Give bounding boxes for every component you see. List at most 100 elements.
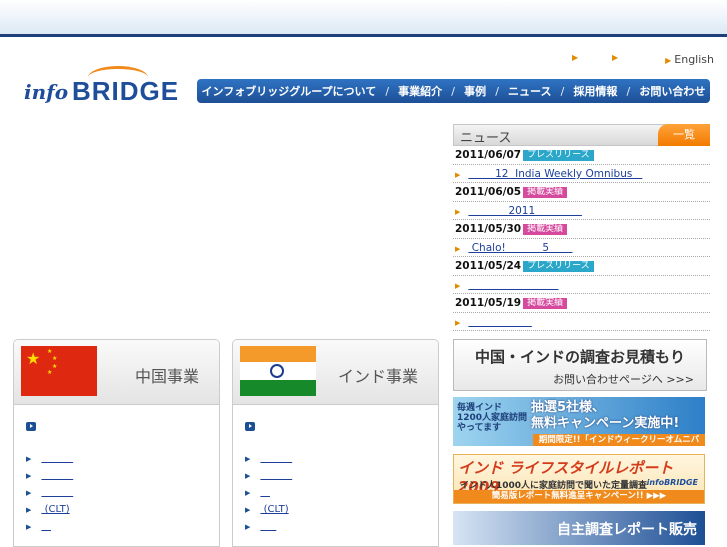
panel-link[interactable] (41, 453, 73, 464)
news-item: 2011/06/05 掲載実績 ▶ 2011 (453, 183, 710, 220)
india-business-panel: インド事業 ▶ ▶ ▶ ▶ (CLT) ▶ (232, 339, 439, 547)
panel-link[interactable] (260, 521, 276, 532)
news-date: 2011/06/07 (455, 149, 522, 161)
news-date: 2011/06/05 (455, 186, 522, 198)
report-sales-banner[interactable]: 自主調査レポート販売 (453, 511, 705, 545)
list-item: ▶ (245, 518, 430, 535)
news-meta: 2011/05/19 掲載実績 (453, 294, 710, 313)
news-box: ニュース 一覧 2011/06/07 プレスリリース ▶ 12 India Week… (453, 124, 710, 331)
news-link[interactable]: 2011 (468, 205, 582, 217)
star-icon: ★ (52, 355, 58, 362)
arrow-icon: ▶ (455, 208, 461, 216)
banner-headline: 抽選5社様、 無料キャンペーン実施中! (531, 400, 680, 431)
china-link-list: ▶ ▶ ▶ ▶ (CLT) ▶ (26, 450, 211, 535)
panel-link[interactable] (41, 487, 73, 498)
nav-separator: / (560, 84, 565, 98)
chakra-icon (270, 364, 284, 378)
nav-separator: / (626, 84, 631, 98)
arrow-icon: ▶ (245, 455, 251, 463)
arrow-icon: ▶ (665, 56, 672, 65)
india-link-list: ▶ ▶ ▶ ▶ (CLT) ▶ (245, 450, 430, 535)
panel-link[interactable] (260, 453, 292, 464)
banner-text: 毎週インド 1200人家庭訪問 やってます (457, 403, 528, 433)
news-meta: 2011/05/30 掲載実績 (453, 220, 710, 239)
arrow-icon: ▶ (612, 53, 619, 62)
lifestyle-report-banner[interactable]: インド ライフスタイルレポート2009 インド人1000人に家庭訪問で聞いた定量… (453, 454, 705, 504)
arrow-icon: ▶ (26, 489, 32, 497)
arrow-icon: ▶ (245, 506, 251, 514)
news-link[interactable]: 12 India Weekly Omnibus (468, 168, 642, 180)
china-business-panel: ★ ★ ★ ★ ★ 中国事業 ▶ ▶ ▶ ▶ (CLT) ▶ (13, 339, 220, 547)
nav-item-recruit[interactable]: 採用情報 (573, 83, 617, 99)
top-band (0, 0, 727, 37)
infobridge-logo[interactable]: info BRIDGE (24, 66, 184, 106)
news-tag: プレスリリース (523, 261, 594, 272)
panel-link[interactable] (41, 470, 73, 481)
news-item: 2011/05/30 掲載実績 ▶ Chalo! 5 (453, 220, 710, 257)
flag-stripe-green (240, 380, 316, 396)
list-item: ▶ (26, 484, 211, 501)
global-nav: インフォブリッジグループについて / 事業紹介 / 事例 / ニュース / 採用… (197, 79, 710, 103)
news-meta: 2011/06/05 掲載実績 (453, 183, 710, 202)
arrow-icon: ▶ (26, 472, 32, 480)
list-item: ▶ (245, 467, 430, 484)
news-all-button[interactable]: 一覧 (658, 124, 710, 146)
news-tag: 掲載実績 (523, 224, 568, 235)
news-link[interactable] (468, 279, 558, 291)
banner-footer: 期間限定!!「インドウィークリーオムニバス」 (533, 434, 705, 446)
news-item: 2011/06/07 プレスリリース ▶ 12 India Weekly Omnib… (453, 146, 710, 183)
india-flag-icon (240, 346, 316, 396)
news-header: ニュース 一覧 (453, 124, 710, 146)
arrow-icon: ▶ (572, 53, 579, 62)
news-link-row: ▶ 12 India Weekly Omnibus (453, 165, 710, 183)
panel-link[interactable]: (CLT) (260, 504, 289, 515)
list-item: ▶ (26, 450, 211, 467)
list-item: ▶ (CLT) (26, 501, 211, 518)
nav-item-cases[interactable]: 事例 (464, 83, 486, 99)
weekly-omnibus-banner[interactable]: 毎週インド 1200人家庭訪問 やってます 抽選5社様、 無料キャンペーン実施中… (453, 397, 705, 446)
news-tag: 掲載実績 (523, 298, 568, 309)
banner-logo: infoBRIDGE (646, 478, 698, 487)
estimate-banner[interactable]: 中国・インドの調査お見積もり お問い合わせページへ >>> (453, 339, 707, 391)
flag-stripe-saffron (240, 346, 316, 362)
panel-header[interactable]: インド事業 (233, 340, 438, 405)
panel-link[interactable] (41, 521, 51, 532)
news-link-row: ▶ 2011 (453, 202, 710, 220)
nav-item-news[interactable]: ニュース (508, 83, 551, 99)
arrow-icon: ▶ (245, 489, 251, 497)
star-icon: ★ (47, 369, 53, 376)
news-item: 2011/05/24 プレスリリース ▶ (453, 257, 710, 294)
arrow-icon: ▶ (26, 455, 32, 463)
nav-item-services[interactable]: 事業紹介 (398, 83, 442, 99)
list-item: ▶ (26, 518, 211, 535)
arrow-icon: ▶ (26, 523, 32, 531)
list-item: ▶ (26, 467, 211, 484)
news-date: 2011/05/19 (455, 297, 522, 309)
news-title: ニュース (460, 131, 512, 146)
panel-header[interactable]: ★ ★ ★ ★ ★ 中国事業 (14, 340, 219, 405)
news-link-row: ▶ Chalo! 5 (453, 239, 710, 257)
arrow-icon: ▶ (245, 472, 251, 480)
panel-link[interactable] (260, 470, 292, 481)
news-link[interactable] (468, 316, 531, 328)
logo-text-bridge: BRIDGE (72, 76, 180, 106)
arrow-icon: ▶ (245, 523, 251, 531)
list-item: ▶ (245, 484, 430, 501)
logo-text-info: info (24, 80, 69, 104)
panel-title: インド事業 (337, 367, 418, 386)
news-tag: 掲載実績 (523, 187, 568, 198)
english-link[interactable]: ▶ English (665, 53, 714, 66)
nav-item-about[interactable]: インフォブリッジグループについて (202, 83, 377, 99)
china-flag-icon: ★ ★ ★ ★ ★ (21, 346, 97, 396)
news-link[interactable]: Chalo! 5 (468, 242, 572, 254)
arrow-icon: ▶ (26, 506, 32, 514)
star-icon: ★ (47, 348, 53, 355)
panel-link[interactable] (260, 487, 270, 498)
news-item: 2011/05/19 掲載実績 ▶ (453, 294, 710, 331)
news-meta: 2011/05/24 プレスリリース (453, 257, 710, 276)
arrow-icon: ▶ (455, 282, 461, 290)
nav-separator: / (385, 84, 390, 98)
nav-item-contact[interactable]: お問い合わせ (639, 83, 705, 99)
panel-link[interactable]: (CLT) (41, 504, 70, 515)
news-link-row: ▶ (453, 313, 710, 331)
